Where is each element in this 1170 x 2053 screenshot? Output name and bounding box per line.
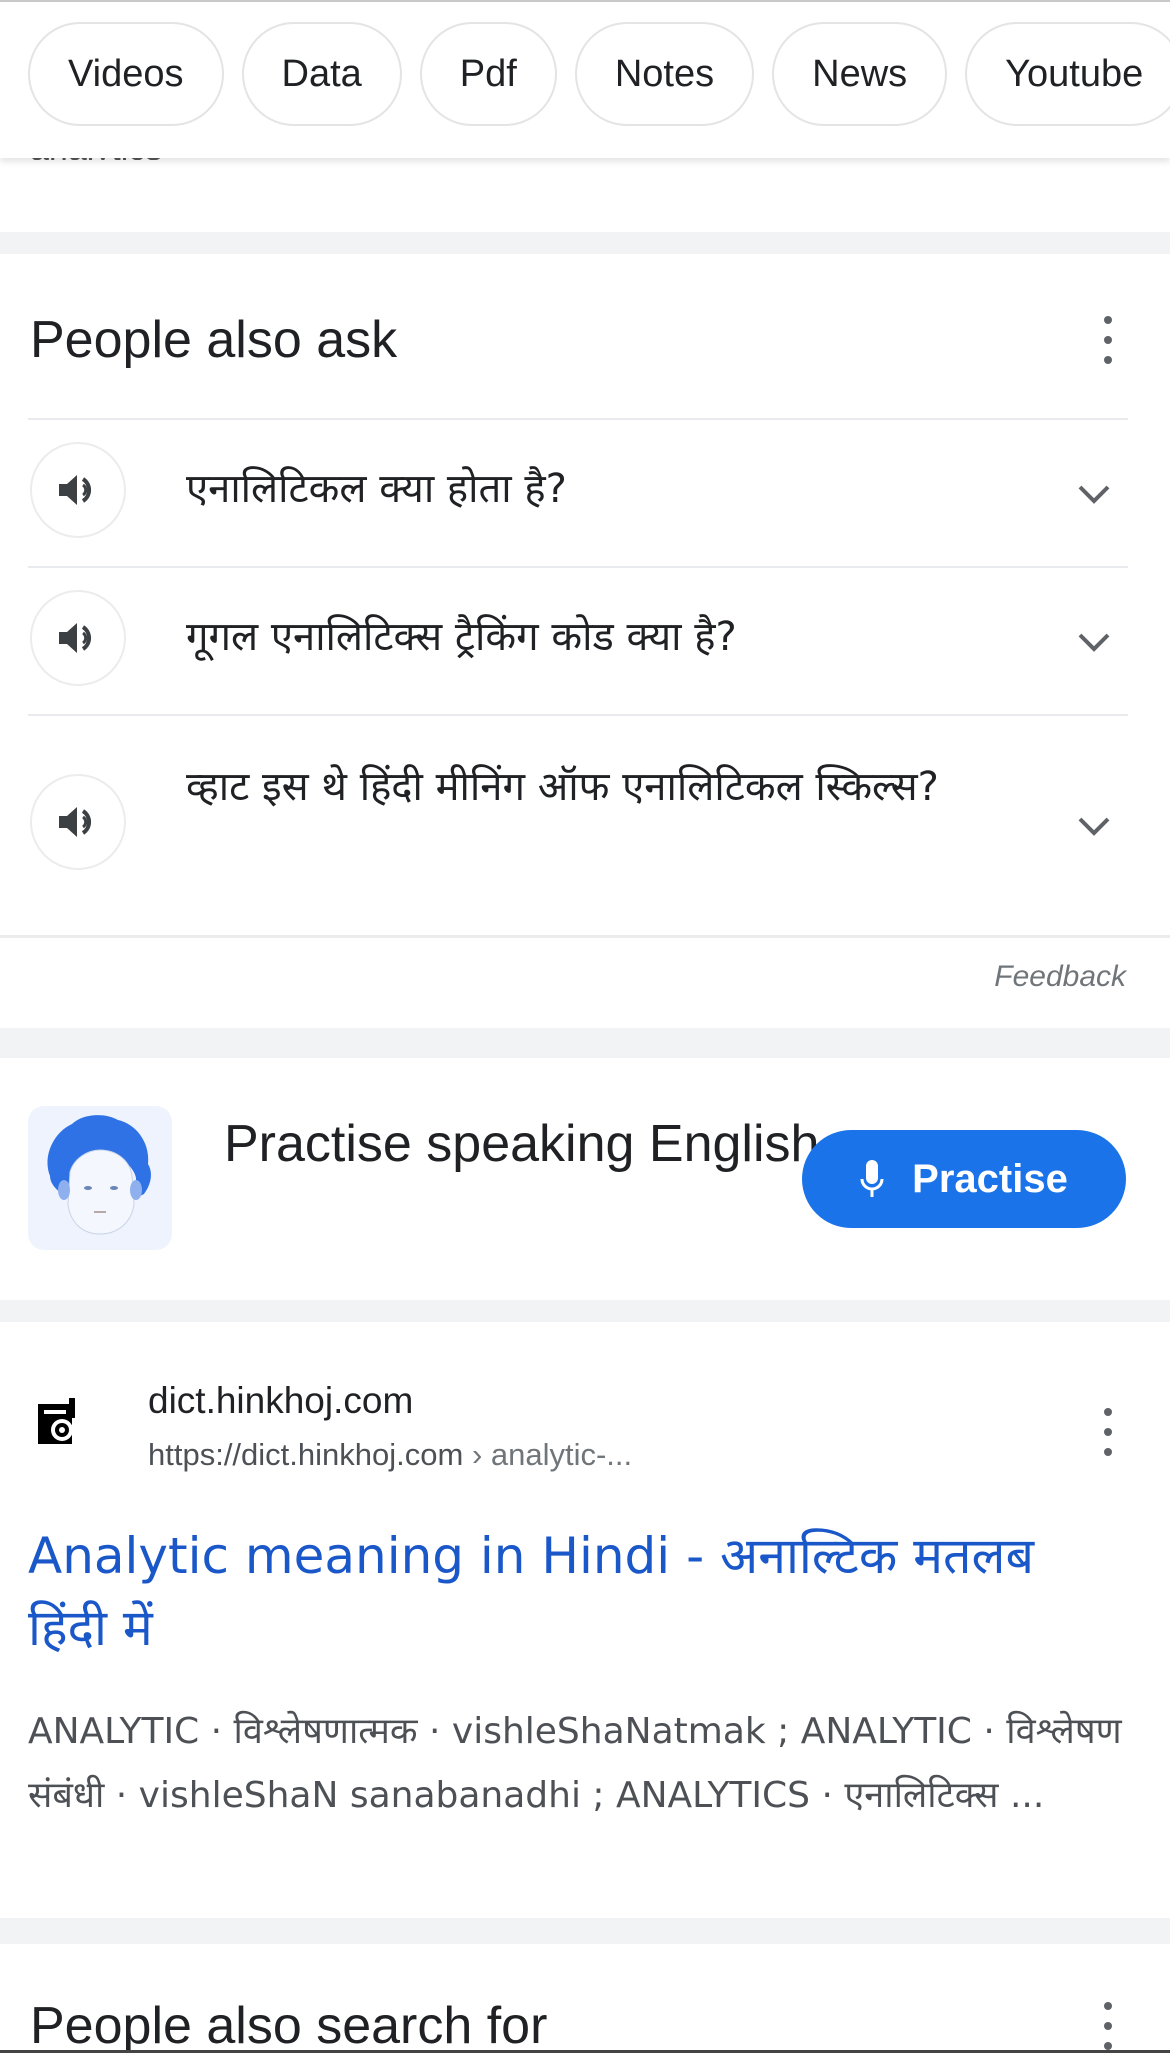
people-also-ask-title: People also ask <box>30 311 398 369</box>
result-url-crumb: › analytic-... <box>463 1437 633 1472</box>
chip-notes[interactable]: Notes <box>574 22 755 126</box>
filter-chip-bar: Videos Data Pdf Notes News Youtube <box>0 0 1170 158</box>
result-site-name[interactable]: dict.hinkhoj.com <box>148 1380 413 1422</box>
more-options-icon[interactable] <box>1098 2002 1118 2050</box>
question-row[interactable]: एनालिटिकल क्या होता है? <box>28 418 1128 566</box>
result-title-link[interactable]: Analytic meaning in Hindi - अनाल्टिक मतल… <box>28 1520 1078 1664</box>
chip-youtube[interactable]: Youtube <box>965 22 1170 126</box>
section-divider <box>0 232 1170 254</box>
section-divider <box>0 1028 1170 1058</box>
feedback-link[interactable]: Feedback <box>994 960 1126 994</box>
practise-card-text: Practise speaking English <box>224 1115 820 1173</box>
person-avatar-icon <box>47 1115 151 1235</box>
chip-list: Videos Data Pdf Notes News Youtube <box>28 22 1170 126</box>
chevron-down-icon <box>1078 817 1110 836</box>
people-also-search-for-title: People also search for <box>30 1997 548 2053</box>
chip-pdf[interactable]: Pdf <box>419 22 557 126</box>
microphone-icon <box>860 1160 884 1197</box>
speaker-icon <box>59 807 91 837</box>
section-divider <box>0 1918 1170 1944</box>
practise-button[interactable]: Practise <box>802 1130 1126 1228</box>
chip-videos[interactable]: Videos <box>28 22 224 126</box>
chevron-down-icon <box>1078 633 1110 652</box>
section-divider <box>0 1300 1170 1322</box>
question-row[interactable]: व्हाट इस थे हिंदी मीनिंग ऑफ एनालिटिकल स्… <box>28 714 1128 934</box>
site-favicon-icon <box>38 1398 75 1444</box>
question-row[interactable]: गूगल एनालिटिक्स ट्रैकिंग कोड क्या है? <box>28 566 1128 714</box>
speaker-button[interactable] <box>30 442 126 538</box>
question-text: एनालिटिकल क्या होता है? <box>186 466 567 512</box>
chip-news[interactable]: News <box>772 22 948 126</box>
result-url[interactable]: https://dict.hinkhoj.com › analytic-... <box>148 1437 632 1473</box>
speaker-button[interactable] <box>30 590 126 686</box>
chevron-down-icon <box>1078 485 1110 504</box>
more-options-icon[interactable] <box>1098 316 1118 364</box>
result-more-options-icon[interactable] <box>1098 1408 1118 1456</box>
speaker-icon <box>59 623 91 653</box>
chip-data[interactable]: Data <box>241 22 402 126</box>
result-snippet: ANALYTIC · विश्लेषणात्मक · vishleShaNatm… <box>28 1711 1122 1816</box>
avatar <box>28 1106 172 1250</box>
speaker-icon <box>59 475 91 505</box>
question-text: व्हाट इस थे हिंदी मीनिंग ऑफ एनालिटिकल स्… <box>186 764 939 810</box>
speaker-button[interactable] <box>30 774 126 870</box>
question-text: गूगल एनालिटिक्स ट्रैकिंग कोड क्या है? <box>186 614 737 660</box>
divider <box>0 935 1170 938</box>
result-url-base: https://dict.hinkhoj.com <box>148 1437 464 1472</box>
